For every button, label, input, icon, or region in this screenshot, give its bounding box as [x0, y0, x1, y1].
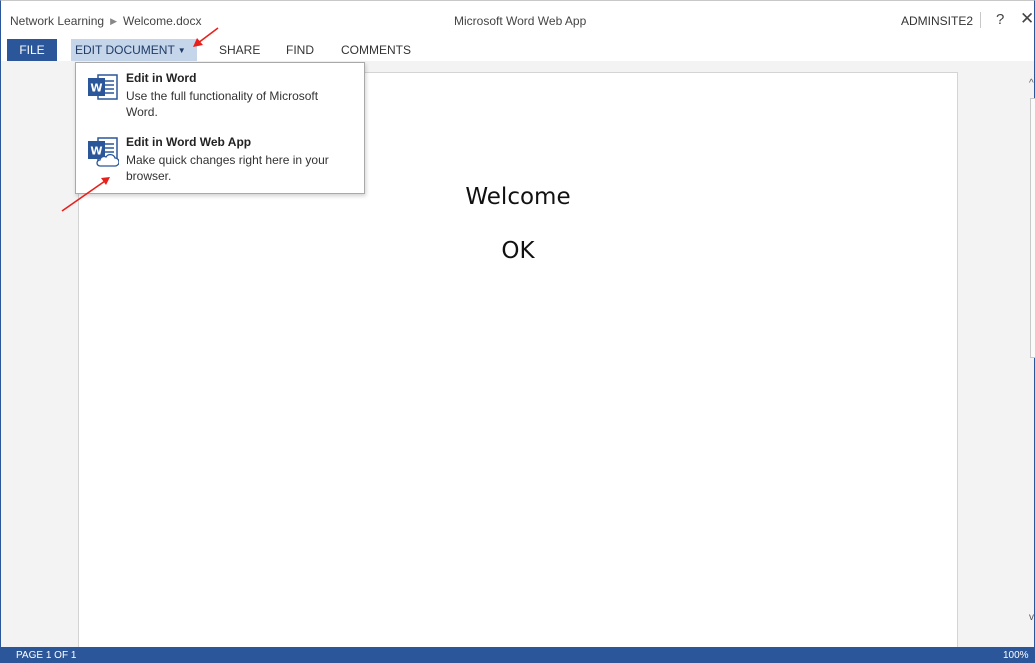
menu-item-title: Edit in Word Web App: [126, 135, 252, 149]
help-icon[interactable]: ?: [996, 11, 1004, 28]
svg-text:W: W: [90, 145, 102, 158]
scroll-down-icon[interactable]: v: [1029, 612, 1034, 623]
user-name[interactable]: ADMINSITE2: [901, 14, 973, 28]
title-divider: [980, 12, 981, 28]
page-count: PAGE 1 OF 1: [16, 650, 77, 661]
tab-find[interactable]: FIND: [286, 39, 314, 61]
menu-item-edit-in-word[interactable]: W Edit in Word Use the full functionalit…: [76, 64, 364, 126]
breadcrumb-site-link[interactable]: Network Learning: [10, 14, 104, 28]
tab-edit-document[interactable]: EDIT DOCUMENT ▼: [71, 39, 197, 61]
svg-text:W: W: [90, 82, 102, 95]
tab-share[interactable]: SHARE: [219, 39, 260, 61]
tab-file[interactable]: FILE: [7, 39, 57, 61]
breadcrumb: Network Learning ▶ Welcome.docx: [10, 14, 201, 28]
vertical-scrollbar[interactable]: ^ v: [1027, 72, 1035, 647]
scrollbar-thumb[interactable]: [1030, 98, 1035, 358]
menu-item-edit-in-word-web-app[interactable]: W Edit in Word Web App Make quick change…: [76, 128, 364, 190]
chevron-down-icon: ▼: [177, 46, 186, 55]
zoom-level[interactable]: 100%: [1003, 650, 1029, 661]
title-bar: Network Learning ▶ Welcome.docx Microsoft …: [1, 1, 1034, 39]
menu-item-description: Use the full functionality of Microsoft …: [126, 89, 319, 119]
scroll-up-icon[interactable]: ^: [1029, 78, 1034, 89]
word-icon: W: [88, 74, 118, 100]
tab-edit-document-label: EDIT DOCUMENT: [75, 43, 175, 57]
menu-item-description: Make quick changes right here in your br…: [126, 153, 329, 183]
edit-document-menu: W Edit in Word Use the full functionalit…: [75, 62, 365, 194]
tab-comments[interactable]: COMMENTS: [341, 39, 411, 61]
ribbon-tabs: FILE EDIT DOCUMENT ▼ SHARE FIND COMMENTS: [1, 39, 1034, 61]
breadcrumb-separator-icon: ▶: [110, 16, 117, 26]
document-text-line: OK: [501, 238, 535, 264]
word-web-app-icon: W: [88, 137, 119, 167]
menu-item-title: Edit in Word: [126, 71, 197, 85]
close-icon[interactable]: ✕: [1020, 9, 1034, 29]
app-title: Microsoft Word Web App: [454, 14, 587, 28]
breadcrumb-file-name: Welcome.docx: [122, 14, 202, 28]
status-bar: PAGE 1 OF 1 100%: [0, 647, 1035, 663]
